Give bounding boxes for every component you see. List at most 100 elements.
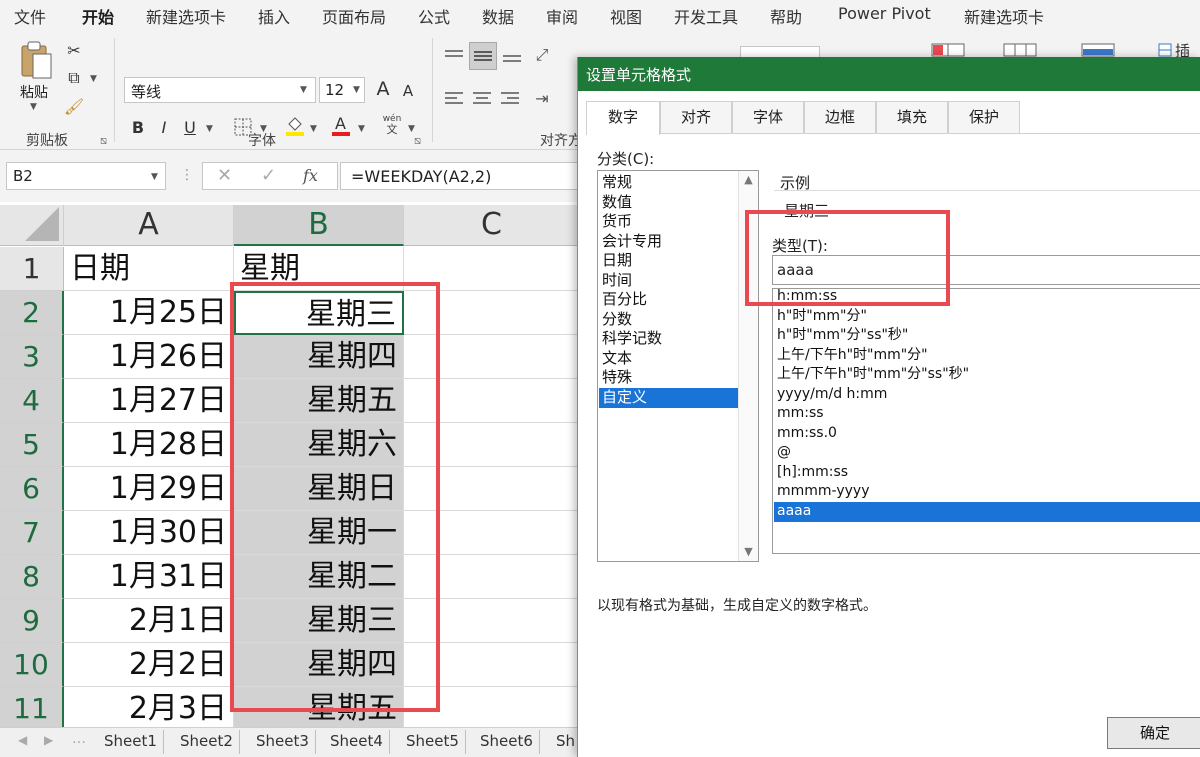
italic-button[interactable]: I: [154, 116, 174, 138]
type-item[interactable]: mm:ss: [774, 404, 1200, 424]
tab-file[interactable]: 文件: [14, 4, 46, 28]
sheet-tab-6[interactable]: Sheet6: [474, 730, 540, 754]
scroll-left-icon[interactable]: ◀: [18, 733, 27, 747]
category-item[interactable]: 货币: [599, 212, 738, 232]
tab-number[interactable]: 数字: [586, 101, 660, 135]
cell-date[interactable]: 2月2日: [64, 643, 234, 687]
cell-weekday[interactable]: 星期六: [234, 423, 404, 467]
cancel-icon[interactable]: ✕: [217, 165, 232, 186]
type-item[interactable]: h"时"mm"分"ss"秒": [774, 326, 1200, 346]
cell-empty[interactable]: [404, 247, 580, 291]
chevron-down-icon[interactable]: ▼: [90, 74, 97, 84]
align-middle-icon[interactable]: [469, 42, 497, 70]
scroll-down-icon[interactable]: ▼: [739, 543, 758, 561]
tab-border[interactable]: 边框: [804, 101, 876, 133]
cell-weekday[interactable]: 星期五: [234, 687, 404, 727]
type-item[interactable]: aaaa: [774, 501, 1200, 522]
column-header-a[interactable]: A: [64, 205, 234, 246]
tab-new-1[interactable]: 新建选项卡: [146, 4, 226, 28]
cell-date[interactable]: 2月3日: [64, 687, 234, 727]
type-item[interactable]: 上午/下午h"时"mm"分"ss"秒": [774, 365, 1200, 385]
category-scrollbar[interactable]: ▲ ▼: [738, 171, 758, 561]
row-header[interactable]: 2: [0, 291, 64, 335]
tab-data[interactable]: 数据: [482, 4, 514, 28]
align-center-icon[interactable]: [470, 88, 494, 108]
tab-insert[interactable]: 插入: [258, 4, 290, 28]
cell-date[interactable]: 2月1日: [64, 599, 234, 643]
cell-empty[interactable]: [404, 379, 580, 423]
cell-empty[interactable]: [404, 555, 580, 599]
cell-empty[interactable]: [404, 599, 580, 643]
tab-new-2[interactable]: 新建选项卡: [964, 4, 1044, 28]
type-item[interactable]: h:mm:ss: [774, 289, 1200, 307]
bold-button[interactable]: B: [128, 116, 148, 138]
fx-icon[interactable]: fx: [303, 166, 318, 185]
row-header[interactable]: 1: [0, 247, 64, 291]
align-right-icon[interactable]: [498, 88, 522, 108]
cell-empty[interactable]: [404, 291, 580, 335]
align-top-icon[interactable]: [442, 46, 466, 66]
chevron-down-icon[interactable]: ▼: [408, 124, 415, 134]
font-color-icon[interactable]: A: [330, 112, 352, 138]
cell-empty[interactable]: [404, 335, 580, 379]
sheet-tab-2[interactable]: Sheet2: [174, 730, 240, 754]
cell-date[interactable]: 1月28日: [64, 423, 234, 467]
row-header[interactable]: 11: [0, 687, 64, 727]
cell-empty[interactable]: [404, 511, 580, 555]
ok-button[interactable]: 确定: [1107, 717, 1200, 749]
cell-weekday[interactable]: 星期四: [234, 643, 404, 687]
cell-empty[interactable]: [404, 423, 580, 467]
category-item[interactable]: 日期: [599, 251, 738, 271]
column-header-c[interactable]: C: [404, 205, 580, 246]
tab-formulas[interactable]: 公式: [418, 4, 450, 28]
grow-font-icon[interactable]: A: [372, 76, 394, 102]
tab-view[interactable]: 视图: [610, 4, 642, 28]
cell-date[interactable]: 1月30日: [64, 511, 234, 555]
more-sheets-icon[interactable]: …: [72, 731, 86, 747]
check-icon[interactable]: ✓: [261, 165, 276, 186]
type-list[interactable]: h:mm:ss h"时"mm"分" h"时"mm"分"ss"秒" 上午/下午h"时"m…: [772, 288, 1200, 554]
category-list[interactable]: 常规 数值 货币 会计专用 日期 时间 百分比 分数 科学记数 文本 特殊 自定义 ▲ ▼: [597, 170, 759, 562]
cell-date[interactable]: 1月31日: [64, 555, 234, 599]
row-header[interactable]: 4: [0, 379, 64, 423]
category-item[interactable]: 分数: [599, 310, 738, 330]
row-header[interactable]: 3: [0, 335, 64, 379]
row-header[interactable]: 8: [0, 555, 64, 599]
category-item[interactable]: 数值: [599, 193, 738, 213]
column-header-b[interactable]: B: [234, 205, 404, 246]
dialog-launcher-icon[interactable]: ⧅: [100, 134, 107, 148]
cell-weekday[interactable]: 星期日: [234, 467, 404, 511]
chevron-down-icon[interactable]: ▼: [353, 85, 360, 95]
conditional-format-icon[interactable]: [930, 42, 966, 58]
tab-protection[interactable]: 保护: [948, 101, 1020, 133]
row-header[interactable]: 10: [0, 643, 64, 687]
type-input[interactable]: aaaa: [772, 255, 1200, 285]
tab-alignment[interactable]: 对齐: [660, 101, 732, 133]
cell-empty[interactable]: [404, 643, 580, 687]
tab-home[interactable]: 开始: [82, 4, 115, 34]
category-item[interactable]: 科学记数: [599, 329, 738, 349]
orientation-icon[interactable]: ⤢: [530, 44, 554, 66]
tab-fill[interactable]: 填充: [876, 101, 948, 133]
cell-date[interactable]: 1月26日: [64, 335, 234, 379]
tab-page-layout[interactable]: 页面布局: [322, 4, 386, 28]
category-item[interactable]: 自定义: [599, 387, 738, 408]
phonetic-icon[interactable]: wén 文: [380, 112, 404, 138]
cell-styles-icon[interactable]: [1080, 42, 1116, 58]
row-header[interactable]: 7: [0, 511, 64, 555]
cell-date[interactable]: 1月27日: [64, 379, 234, 423]
type-item[interactable]: @: [774, 443, 1200, 463]
cell-weekday[interactable]: 星期: [234, 247, 404, 291]
category-item[interactable]: 会计专用: [599, 232, 738, 252]
sheet-tab-3[interactable]: Sheet3: [250, 730, 316, 754]
align-left-icon[interactable]: [442, 88, 466, 108]
cell-weekday[interactable]: 星期四: [234, 335, 404, 379]
cell-weekday[interactable]: 星期一: [234, 511, 404, 555]
chevron-down-icon[interactable]: ▼: [300, 85, 307, 95]
chevron-down-icon[interactable]: ▼: [151, 172, 158, 182]
tab-help[interactable]: 帮助: [770, 4, 802, 28]
sheet-tab-1[interactable]: Sheet1: [98, 730, 164, 754]
cell-weekday[interactable]: 星期三: [234, 599, 404, 643]
chevron-down-icon[interactable]: ▼: [310, 124, 317, 134]
cell-empty[interactable]: [404, 467, 580, 511]
